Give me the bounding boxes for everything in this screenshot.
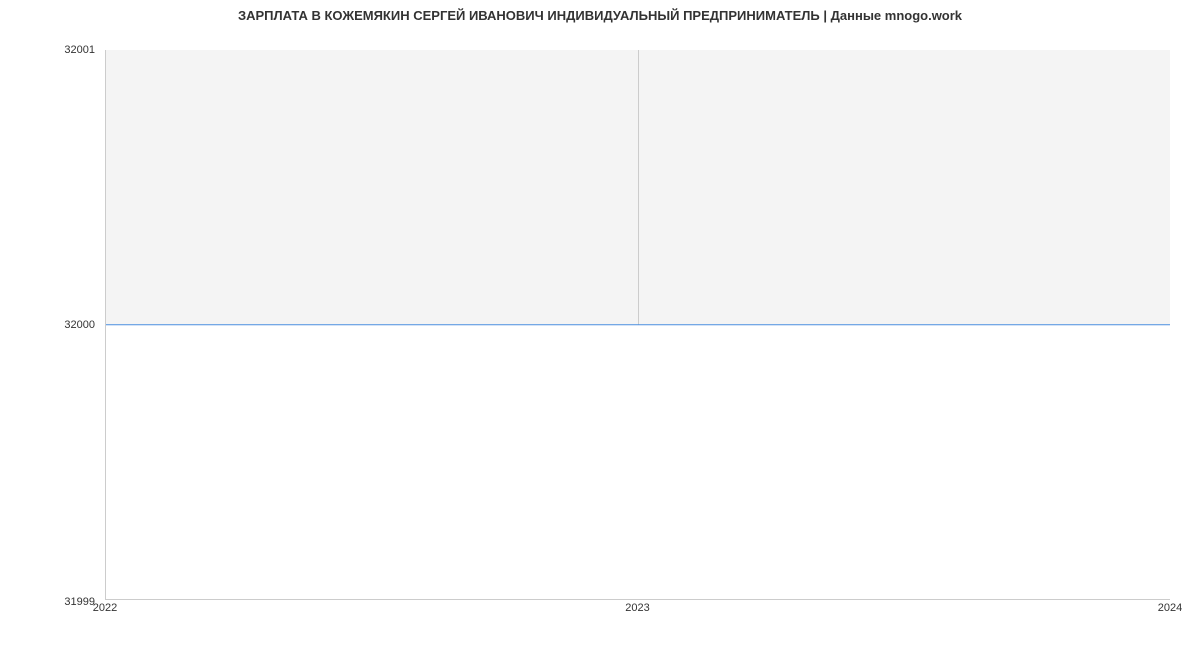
x-tick-label-0: 2022	[93, 602, 117, 614]
plot-lower-background	[106, 325, 1170, 600]
chart-title: ЗАРПЛАТА В КОЖЕМЯКИН СЕРГЕЙ ИВАНОВИЧ ИНД…	[0, 0, 1200, 27]
plot-area	[105, 50, 1170, 600]
x-tick-label-1: 2023	[625, 602, 649, 614]
chart-container: 32001 32000 31999 2022 2023 2024	[50, 30, 1180, 620]
y-tick-label-mid: 32000	[64, 319, 100, 331]
data-line	[106, 324, 1170, 326]
y-tick-label-top: 32001	[64, 44, 100, 56]
x-tick-label-2: 2024	[1158, 602, 1182, 614]
